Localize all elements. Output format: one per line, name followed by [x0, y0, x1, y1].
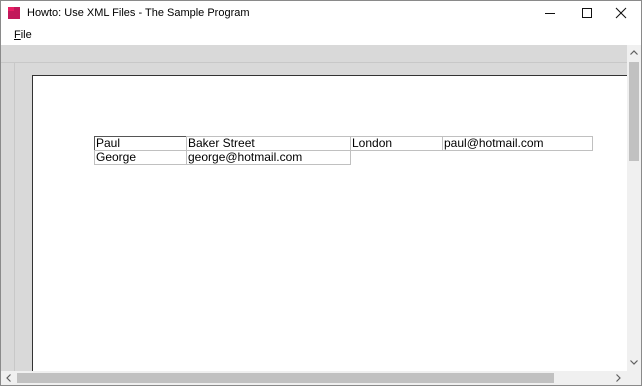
chevron-up-icon — [630, 50, 638, 55]
close-icon — [615, 7, 627, 19]
document-page[interactable] — [32, 75, 629, 371]
scroll-down-button[interactable] — [627, 355, 641, 371]
table-row: Paul Baker Street London paul@hotmail.co… — [94, 136, 593, 151]
chevron-right-icon — [616, 374, 621, 382]
scroll-up-button[interactable] — [627, 45, 641, 61]
title-bar[interactable]: Howto: Use XML Files - The Sample Progra… — [1, 1, 641, 25]
window-title: Howto: Use XML Files - The Sample Progra… — [27, 7, 250, 19]
menu-bar: File — [1, 25, 641, 45]
chevron-down-icon — [630, 360, 638, 365]
horizontal-ruler — [1, 45, 627, 63]
table-cell[interactable]: Paul — [94, 136, 187, 151]
horizontal-scrollbar[interactable] — [1, 371, 627, 385]
menu-file-label: ile — [20, 29, 32, 41]
maximize-icon — [582, 8, 592, 18]
table-cell[interactable]: george@hotmail.com — [186, 150, 351, 165]
table-cell[interactable]: Baker Street — [186, 136, 351, 151]
menu-file[interactable]: File — [14, 28, 32, 42]
minimize-icon — [545, 13, 555, 14]
minimize-button[interactable] — [529, 1, 571, 25]
scrollbar-corner — [627, 371, 641, 385]
vertical-scroll-thumb[interactable] — [629, 62, 639, 161]
table-cell[interactable]: London — [350, 136, 443, 151]
menu-file-accelerator: F — [14, 29, 21, 41]
app-window: Howto: Use XML Files - The Sample Progra… — [0, 0, 642, 386]
tx-app-icon[interactable] — [8, 7, 20, 19]
table-cell[interactable]: George — [94, 150, 187, 165]
vertical-scrollbar[interactable] — [627, 45, 641, 371]
scroll-right-button[interactable] — [611, 371, 627, 385]
scroll-left-button[interactable] — [1, 371, 17, 385]
vertical-ruler — [1, 63, 15, 371]
close-button[interactable] — [600, 1, 642, 25]
table-cell-empty — [443, 151, 593, 165]
xml-data-table[interactable]: Paul Baker Street London paul@hotmail.co… — [94, 136, 593, 165]
chevron-left-icon — [6, 374, 11, 382]
table-cell[interactable]: paul@hotmail.com — [442, 136, 593, 151]
horizontal-scroll-thumb[interactable] — [17, 373, 554, 383]
table-cell-empty — [351, 151, 443, 165]
table-row: George george@hotmail.com — [94, 150, 593, 165]
